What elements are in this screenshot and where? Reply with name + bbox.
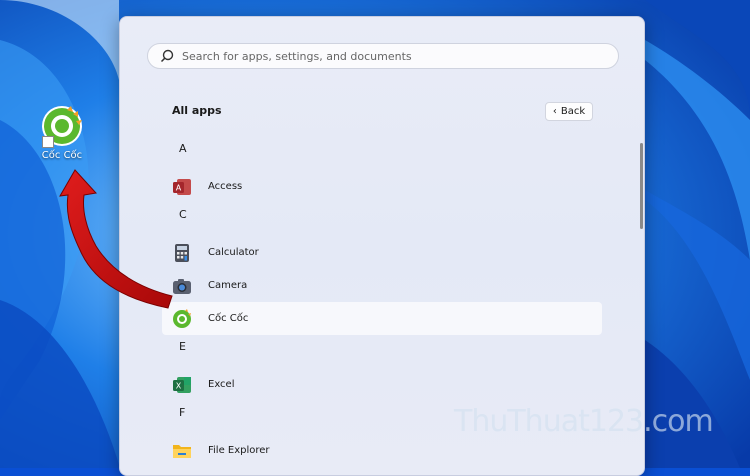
section-letter[interactable]: E bbox=[162, 335, 602, 368]
svg-text:A: A bbox=[176, 183, 182, 192]
camera-icon bbox=[173, 278, 191, 294]
app-item-label: File Explorer bbox=[208, 445, 270, 456]
app-item-access[interactable]: A Access bbox=[162, 170, 602, 203]
back-button[interactable]: ‹ Back bbox=[545, 102, 593, 121]
chevron-left-icon: ‹ bbox=[552, 106, 557, 117]
desktop-shortcut-label: Cốc Cốc bbox=[41, 150, 83, 161]
coccoc-icon bbox=[40, 104, 84, 148]
calculator-icon bbox=[175, 243, 189, 262]
watermark-text: ThuThuat123.com bbox=[454, 404, 714, 439]
excel-icon: X bbox=[173, 376, 191, 393]
app-item-label: Calculator bbox=[208, 247, 259, 258]
shortcut-arrow-icon bbox=[42, 136, 54, 148]
desktop-shortcut-coccoc[interactable]: Cốc Cốc bbox=[34, 104, 90, 161]
scrollbar-thumb[interactable] bbox=[640, 143, 643, 229]
app-item-calculator[interactable]: Calculator bbox=[162, 236, 602, 269]
app-item-excel[interactable]: X Excel bbox=[162, 368, 602, 401]
section-letter[interactable]: C bbox=[162, 203, 602, 236]
app-item-label: Camera bbox=[208, 280, 248, 291]
search-icon bbox=[160, 49, 174, 63]
app-item-camera[interactable]: Camera bbox=[162, 269, 602, 302]
search-input[interactable] bbox=[182, 49, 582, 63]
access-icon: A bbox=[173, 178, 191, 195]
section-letter[interactable]: A bbox=[162, 137, 602, 170]
search-box[interactable] bbox=[147, 43, 619, 69]
app-item-label: Access bbox=[208, 181, 243, 192]
app-item-coccoc[interactable]: Cốc Cốc bbox=[162, 302, 602, 335]
back-button-label: Back bbox=[560, 106, 586, 117]
all-apps-heading: All apps bbox=[172, 104, 222, 117]
coccoc-icon bbox=[173, 308, 191, 328]
file-explorer-icon bbox=[173, 444, 191, 458]
app-item-label: Cốc Cốc bbox=[208, 313, 249, 324]
svg-text:X: X bbox=[176, 381, 182, 390]
app-item-label: Excel bbox=[208, 379, 235, 390]
